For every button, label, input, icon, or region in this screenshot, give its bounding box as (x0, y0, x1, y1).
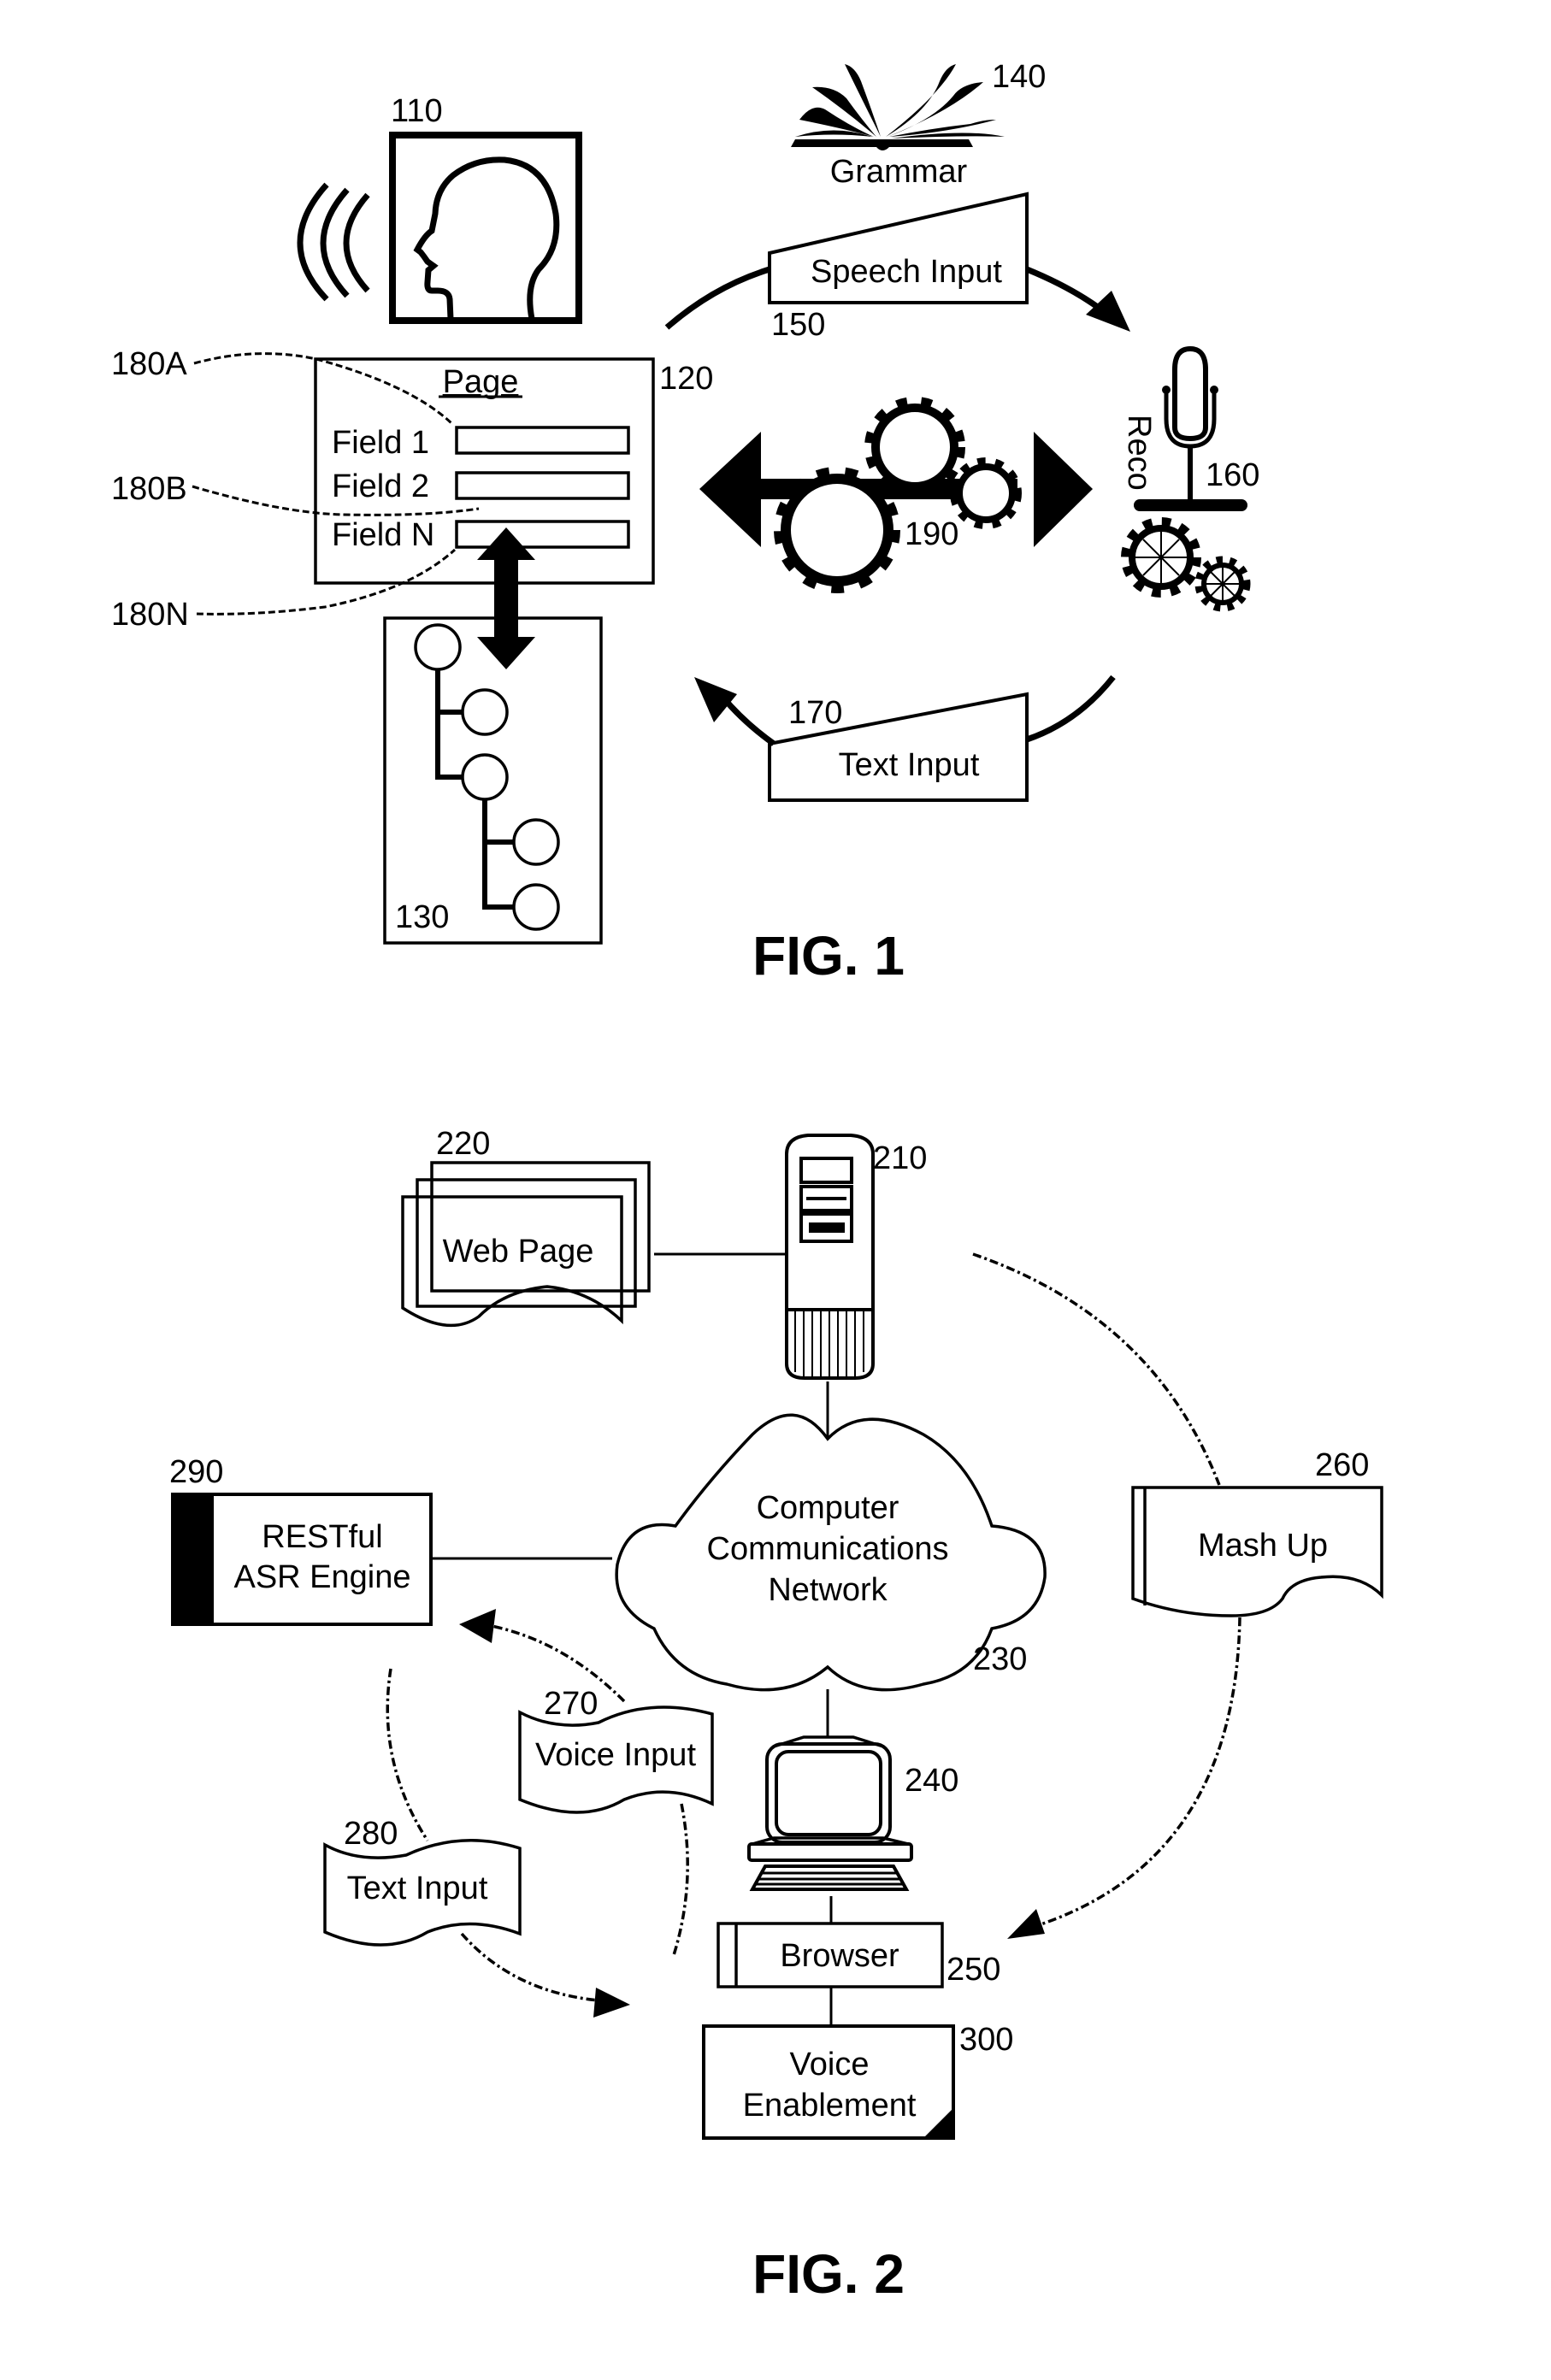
text-input-to-browser-flow (460, 1932, 599, 2002)
field-n-ref-label: 180N (111, 597, 189, 633)
speech-input-node: Speech Input 150 (768, 191, 1029, 343)
dom-tree-node: 130 (383, 616, 603, 945)
speech-flow-arrowhead-icon (1086, 291, 1130, 332)
voice-input-node: Voice Input 270 (518, 1686, 714, 1814)
speech-flow-arc-left (664, 266, 771, 330)
page-tree-double-arrow-icon (477, 527, 535, 669)
processing-ref-label: 190 (905, 516, 958, 552)
voice-input-from-browser-flow (672, 1803, 689, 1956)
field-2-label: Field 2 (332, 468, 429, 504)
user-node: 110 (297, 93, 582, 324)
browser-node: Browser 250 (717, 1922, 1000, 1988)
client-ref-label: 240 (905, 1763, 958, 1799)
speech-flow-arc-right (1025, 266, 1101, 310)
voice-input-label: Voice Input (535, 1737, 696, 1773)
web-page-ref-label: 220 (436, 1126, 490, 1162)
asr-engine-label-line-2: ASR Engine (233, 1559, 410, 1595)
field-n-label: Field N (332, 517, 434, 553)
speech-input-ref-label: 150 (771, 307, 825, 343)
grammar-node: 140 Grammar (791, 59, 1046, 190)
sound-waves-icon (297, 182, 370, 302)
text-input-to-browser-arrowhead-icon (593, 1988, 630, 2018)
network-label-line-3: Network (768, 1572, 888, 1608)
speech-input-label: Speech Input (811, 254, 1002, 290)
figure-2-title: FIG. 2 (752, 2243, 905, 2305)
large-gear-icon (774, 467, 900, 593)
text-input-label: Text Input (839, 747, 980, 783)
mash-up-ref-label: 260 (1315, 1447, 1369, 1483)
grammar-ref-label: 140 (992, 59, 1046, 95)
server-ref-label: 210 (873, 1140, 927, 1176)
asr-engine-ref-label: 290 (169, 1454, 223, 1490)
grammar-label: Grammar (830, 154, 968, 190)
field-1-label: Field 1 (332, 425, 429, 461)
field-1-leader (193, 352, 453, 425)
tree-icon (414, 623, 560, 931)
asr-engine-label-line-1: RESTful (262, 1519, 382, 1555)
asr-to-text-input-flow (386, 1668, 429, 1841)
page-node: Page 120 Field 1 Field 2 Field N 180A 18… (111, 346, 713, 633)
patent-drawing-sheet: 110 140 Grammar Speech Input 150 Page 12… (111, 59, 1383, 2305)
field-1-input[interactable] (455, 426, 630, 455)
web-page-label: Web Page (443, 1234, 594, 1270)
figure-1-title: FIG. 1 (752, 925, 905, 987)
mash-up-label: Mash Up (1198, 1528, 1328, 1564)
network-cloud-node: Computer Communications Network 230 (615, 1413, 1047, 1692)
text-flow-arc-left (720, 694, 776, 746)
gears-double-arrow-icon (699, 397, 1093, 593)
open-book-icon (791, 64, 1005, 150)
medium-gear-icon (864, 397, 965, 498)
speaking-head-icon (413, 156, 560, 320)
figure-1: 110 140 Grammar Speech Input 150 Page 12… (111, 59, 1259, 987)
text-input-2-label: Text Input (347, 1870, 488, 1906)
web-page-node: 220 Web Page (401, 1126, 651, 1328)
text-input-ref-label: 170 (788, 695, 842, 731)
recognizer-ref-label: 160 (1206, 457, 1259, 493)
page-title: Page (443, 364, 519, 400)
figure-2: 220 Web Page 210 Computer Communications… (169, 1126, 1383, 2305)
browser-label: Browser (780, 1938, 899, 1974)
text-input-node: Text Input 170 (768, 692, 1029, 802)
mashup-to-browser-arrowhead-icon (1007, 1909, 1045, 1939)
small-gear-icon (950, 457, 1022, 529)
voice-enablement-corner (923, 2108, 953, 2138)
dom-tree-ref-label: 130 (395, 899, 449, 935)
network-label-line-1: Computer (757, 1490, 899, 1526)
server-to-mashup-flow (972, 1252, 1221, 1486)
field-1-ref-label: 180A (111, 346, 187, 382)
text-flow-arrowhead-icon (694, 677, 737, 722)
network-ref-label: 230 (973, 1641, 1027, 1677)
recognizer-node: Reco 160 (1121, 345, 1259, 612)
network-label-line-2: Communications (707, 1531, 949, 1567)
asr-engine-side-bar (173, 1494, 214, 1624)
mashup-to-browser-flow (1029, 1617, 1241, 1929)
desktop-computer-icon (747, 1735, 913, 1891)
voice-input-ref-label: 270 (544, 1686, 598, 1722)
voice-input-to-asr-arrowhead-icon (459, 1609, 496, 1643)
browser-ref-label: 250 (947, 1952, 1000, 1988)
mash-up-node: 260 Mash Up (1131, 1447, 1383, 1617)
text-flow-arc-right (1025, 675, 1116, 743)
voice-enablement-label-line-2: Enablement (743, 2088, 917, 2124)
text-input-2-ref-label: 280 (344, 1816, 398, 1852)
voice-enablement-node: Voice Enablement 300 (702, 2022, 1013, 2140)
text-input-2-node: Text Input 280 (323, 1816, 522, 1947)
page-ref-label: 120 (659, 361, 713, 397)
field-n-input[interactable] (455, 520, 630, 549)
user-ref-label: 110 (391, 93, 443, 129)
field-2-ref-label: 180B (111, 471, 187, 507)
recognizer-gears-icon (1121, 517, 1251, 612)
asr-engine-node: 290 RESTful ASR Engine (169, 1454, 433, 1626)
voice-enablement-label-line-1: Voice (790, 2047, 870, 2082)
voice-enablement-ref-label: 300 (959, 2022, 1013, 2058)
field-2-input[interactable] (455, 471, 630, 500)
server-tower-icon (785, 1134, 875, 1380)
recognizer-label: Reco (1121, 415, 1157, 491)
